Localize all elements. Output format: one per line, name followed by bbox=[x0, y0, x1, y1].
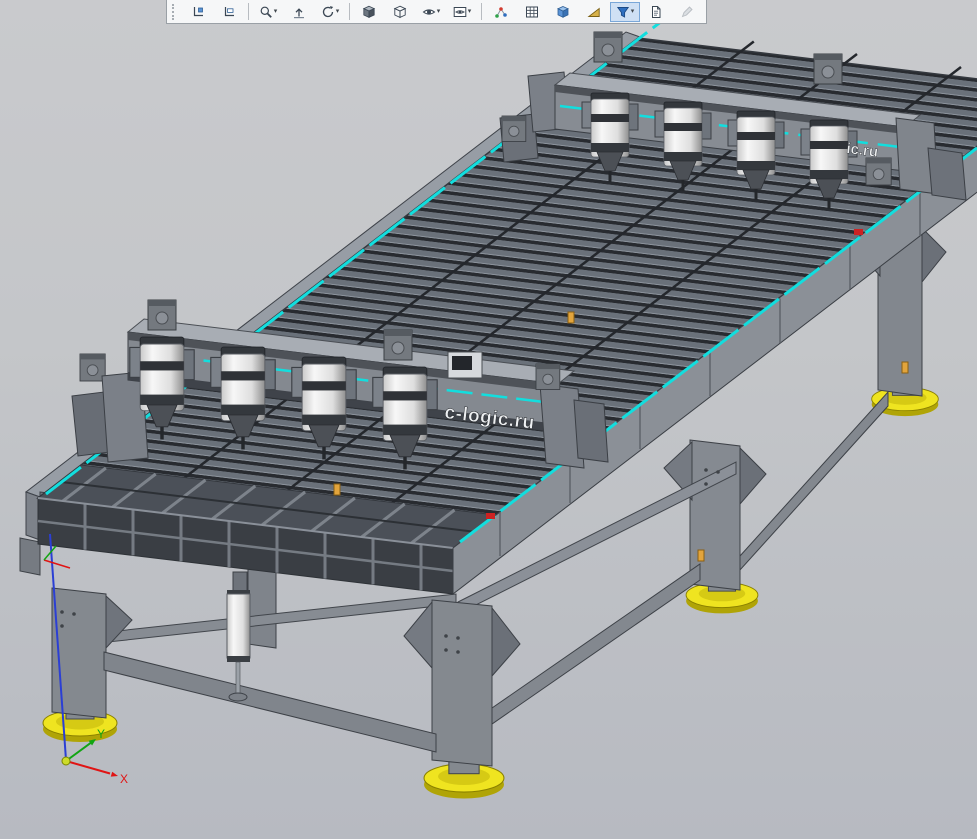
rotate-view-button[interactable]: ▾ bbox=[315, 2, 345, 22]
wireframe-display-button[interactable] bbox=[385, 2, 415, 22]
stepper-motor[interactable] bbox=[147, 299, 177, 331]
pneumatic-cylinder[interactable] bbox=[226, 571, 251, 702]
shaded-display-button[interactable] bbox=[354, 2, 384, 22]
toolbar-separator bbox=[248, 3, 249, 20]
funnel-icon bbox=[616, 6, 629, 18]
wedge-icon bbox=[587, 7, 600, 17]
constraints-button[interactable] bbox=[486, 2, 516, 22]
x-axis bbox=[65, 760, 111, 775]
tag-marker bbox=[697, 549, 705, 562]
viewport-3d[interactable]: ic.ru c-logic.ru X Y bbox=[0, 0, 977, 839]
stepper-motor[interactable] bbox=[813, 53, 843, 85]
arrow-up-icon bbox=[294, 7, 304, 18]
magnifier-icon bbox=[260, 6, 272, 18]
cad-application-window: ▾ ▾ ▾ ▾ ▾ ic.ru c-logic.ru X Y bbox=[0, 0, 977, 839]
hide-show-items-button[interactable]: ▾ bbox=[416, 2, 446, 22]
corner-ruler-plus-icon bbox=[224, 6, 234, 16]
dropdown-arrow-icon: ▾ bbox=[630, 8, 635, 15]
dropdown-arrow-icon: ▾ bbox=[273, 8, 278, 15]
tag-marker bbox=[901, 361, 909, 374]
stepper-motor[interactable] bbox=[593, 31, 623, 63]
grid-icon bbox=[526, 6, 538, 17]
corner-ruler-icon bbox=[193, 6, 203, 16]
stepper-motor[interactable] bbox=[501, 115, 527, 142]
stepper-motor[interactable] bbox=[535, 363, 561, 390]
show-all-button[interactable] bbox=[183, 2, 213, 22]
cube-wire-icon bbox=[393, 5, 407, 18]
eye-box-icon bbox=[453, 6, 467, 17]
toolbar-grip[interactable] bbox=[172, 3, 178, 20]
filter-objects-button[interactable]: ▾ bbox=[610, 1, 640, 22]
dropdown-arrow-icon: ▾ bbox=[436, 8, 441, 15]
toolbar-separator bbox=[349, 3, 350, 20]
pencil-icon bbox=[681, 5, 693, 17]
zoom-button[interactable]: ▾ bbox=[253, 2, 283, 22]
report-button[interactable] bbox=[641, 2, 671, 22]
y-axis-label: Y bbox=[97, 727, 105, 741]
normal-to-button[interactable] bbox=[284, 2, 314, 22]
machine-bed[interactable] bbox=[19, 2, 977, 596]
edit-button[interactable] bbox=[672, 2, 702, 22]
dropdown-arrow-icon: ▾ bbox=[335, 8, 340, 15]
rail-clamp bbox=[854, 229, 863, 235]
y-axis bbox=[65, 741, 92, 762]
document-icon bbox=[652, 5, 661, 18]
x-axis-label: X bbox=[120, 772, 128, 786]
parameters-table-button[interactable] bbox=[517, 2, 547, 22]
toolbar-separator bbox=[481, 3, 482, 20]
rail-clamp bbox=[486, 513, 495, 519]
stepper-motor[interactable] bbox=[79, 353, 106, 382]
component-icon bbox=[557, 5, 569, 18]
points-icon bbox=[495, 6, 507, 18]
zoom-selection-button[interactable] bbox=[214, 2, 244, 22]
rotate-icon bbox=[322, 5, 333, 17]
view-toolbar: ▾ ▾ ▾ ▾ ▾ bbox=[166, 0, 707, 24]
origin-point[interactable] bbox=[61, 756, 71, 766]
stepper-motor[interactable] bbox=[383, 329, 413, 361]
components-button[interactable] bbox=[548, 2, 578, 22]
tag-marker bbox=[567, 311, 575, 324]
tag-marker bbox=[333, 483, 341, 496]
stepper-motor[interactable] bbox=[865, 157, 892, 186]
dropdown-arrow-icon: ▾ bbox=[467, 8, 472, 15]
draft-angle-button[interactable] bbox=[579, 2, 609, 22]
scene-appearance-button[interactable]: ▾ bbox=[447, 2, 477, 22]
cnc-machine-model[interactable]: ic.ru c-logic.ru X Y bbox=[0, 0, 977, 839]
cube-shaded-icon bbox=[362, 5, 376, 18]
eye-icon bbox=[422, 8, 436, 15]
